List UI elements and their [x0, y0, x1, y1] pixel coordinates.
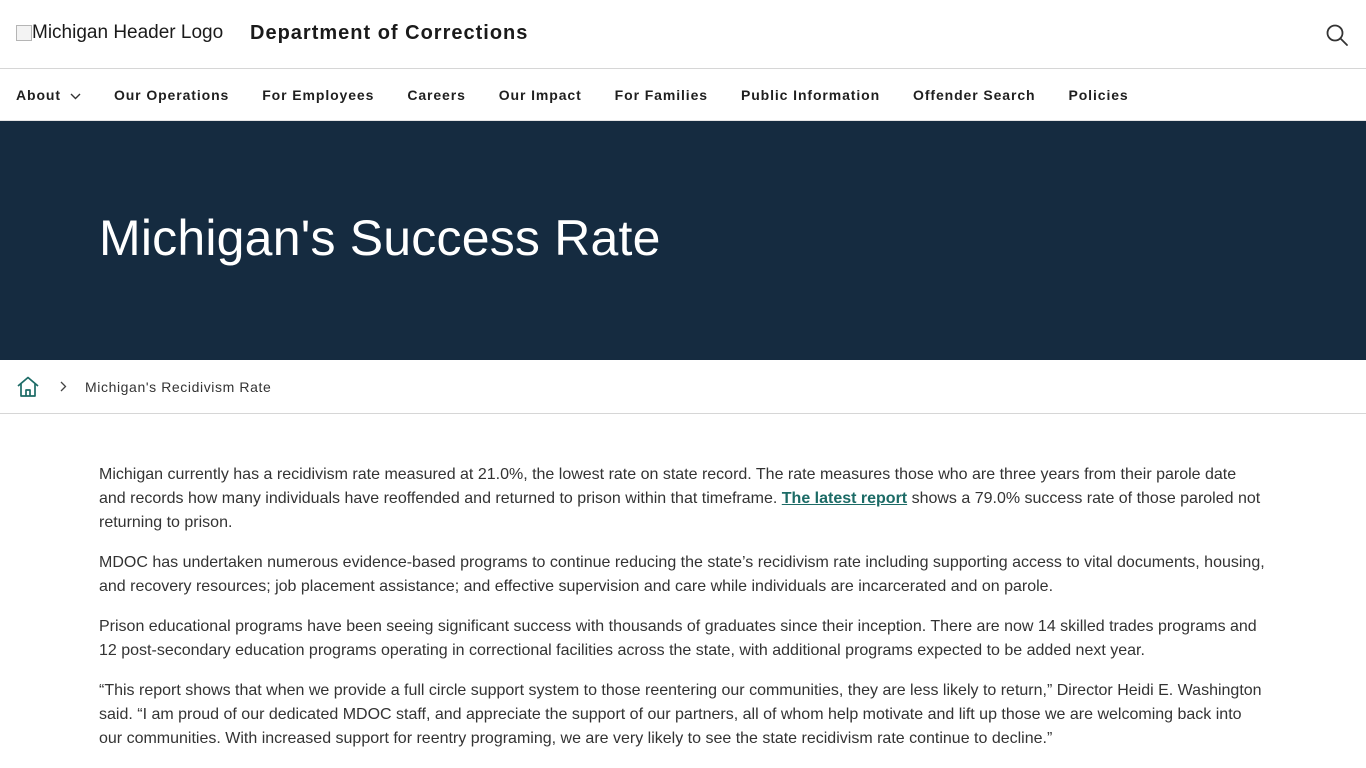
main-content: Michigan currently has a recidivism rate… [0, 414, 1366, 751]
paragraph-education: Prison educational programs have been se… [99, 618, 1257, 659]
broken-image-icon [16, 25, 32, 41]
chevron-down-icon [70, 87, 81, 103]
nav-item-for-employees[interactable]: For Employees [262, 87, 374, 103]
page-title: Michigan's Success Rate [99, 210, 661, 266]
nav-item-for-families[interactable]: For Families [615, 87, 708, 103]
search-icon[interactable] [1325, 23, 1349, 47]
breadcrumb: Michigan's Recidivism Rate [0, 360, 1366, 414]
paragraph-quote: “This report shows that when we provide … [99, 682, 1262, 747]
nav-item-our-operations[interactable]: Our Operations [114, 87, 229, 103]
paragraph-programs: MDOC has undertaken numerous evidence-ba… [99, 554, 1265, 595]
chevron-right-icon [60, 381, 67, 392]
nav-item-policies[interactable]: Policies [1068, 87, 1128, 103]
logo-alt-text: Michigan Header Logo [32, 22, 224, 43]
home-icon[interactable] [16, 375, 40, 399]
site-header: Michigan Header Logo Department of Corre… [0, 0, 1366, 69]
nav-item-our-impact[interactable]: Our Impact [499, 87, 582, 103]
main-navigation: About Our Operations For Employees Caree… [0, 69, 1366, 121]
nav-item-label: About [16, 86, 61, 103]
nav-item-careers[interactable]: Careers [407, 87, 465, 103]
logo-link[interactable]: Michigan Header Logo [16, 22, 223, 44]
latest-report-link[interactable]: The latest report [782, 490, 907, 507]
breadcrumb-current: Michigan's Recidivism Rate [85, 378, 272, 395]
site-title[interactable]: Department of Corrections [250, 22, 528, 45]
nav-item-about[interactable]: About [16, 86, 81, 103]
nav-item-offender-search[interactable]: Offender Search [913, 87, 1035, 103]
nav-item-public-information[interactable]: Public Information [741, 87, 880, 103]
hero-banner: Michigan's Success Rate [0, 121, 1366, 360]
paragraph-recidivism-rate: Michigan currently has a recidivism rate… [99, 463, 1266, 535]
